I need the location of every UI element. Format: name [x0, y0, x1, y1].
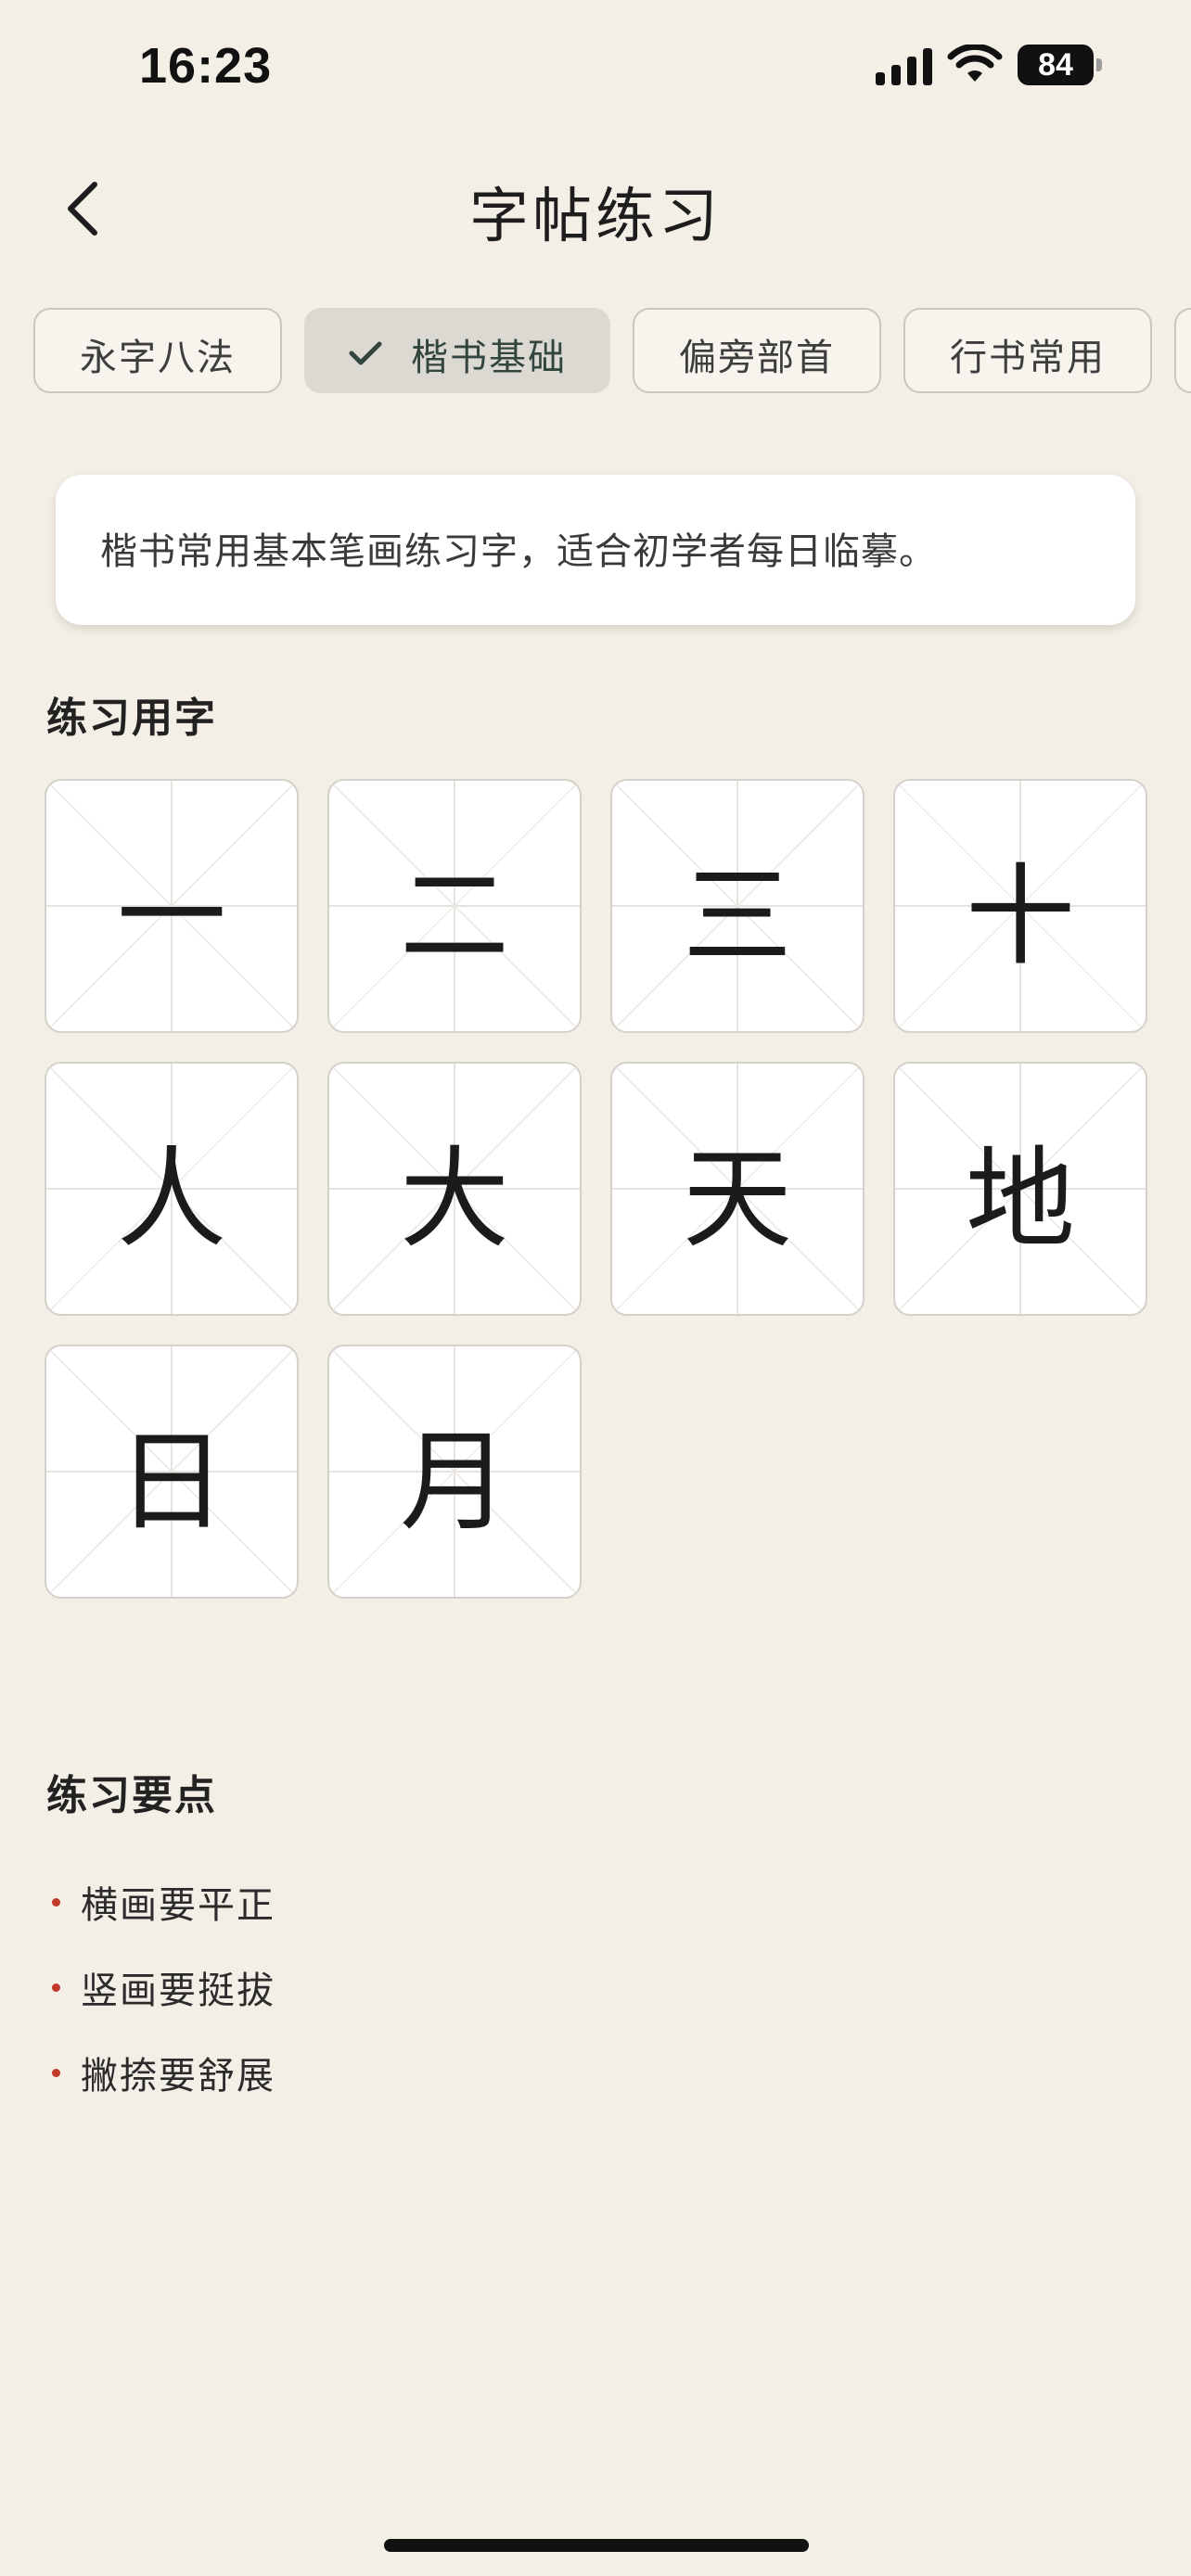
wifi-icon [947, 45, 1003, 82]
tab-kaishu-jichu[interactable]: 楷书基础 [304, 308, 610, 393]
tips-list: 横画要平正 竖画要挺拔 撇捺要舒展 [46, 1859, 1067, 2115]
character-glyph: 二 [399, 851, 509, 980]
description-text: 楷书常用基本笔画练习字，适合初学者每日临摹。 [100, 530, 937, 573]
page-title: 字帖练习 [469, 183, 722, 251]
list-item: 竖画要挺拔 [46, 1945, 1067, 2030]
battery-icon: 84 [1018, 45, 1102, 85]
signal-icon [876, 45, 932, 85]
list-item: 横画要平正 [46, 1859, 1067, 1945]
character-glyph: 日 [116, 1417, 226, 1546]
character-glyph: 天 [682, 1134, 792, 1263]
tab-xingshu-changyong[interactable]: 行书常用 [903, 308, 1152, 393]
character-cell[interactable]: 日 [45, 1345, 299, 1599]
status-bar: 16:23 84 [0, 0, 1191, 139]
character-cell[interactable]: 月 [327, 1345, 582, 1599]
bullet-icon [52, 1983, 60, 1992]
character-cell[interactable]: 地 [893, 1062, 1147, 1316]
status-time: 16:23 [139, 38, 273, 94]
category-tabs: 永字八法 楷书基础 偏旁部首 行书常用 [33, 308, 1191, 397]
character-glyph: 一 [116, 851, 226, 980]
list-item: 撇捺要舒展 [46, 2030, 1067, 2115]
character-glyph: 三 [682, 851, 792, 980]
character-cell[interactable]: 一 [45, 779, 299, 1033]
tab-label: 偏旁部首 [679, 337, 835, 379]
tab-label: 永字八法 [80, 337, 236, 379]
character-cell[interactable]: 二 [327, 779, 582, 1033]
bullet-icon [52, 2068, 60, 2077]
character-cell[interactable]: 三 [610, 779, 864, 1033]
tip-text: 撇捺要舒展 [81, 2055, 275, 2098]
character-glyph: 地 [965, 1134, 1075, 1263]
character-cell[interactable]: 大 [327, 1062, 582, 1316]
tip-text: 横画要平正 [81, 1884, 275, 1927]
character-glyph: 十 [965, 851, 1075, 980]
tab-yongzi-bafa[interactable]: 永字八法 [33, 308, 282, 393]
tab-label: 楷书基础 [411, 337, 567, 379]
character-glyph: 大 [399, 1134, 509, 1263]
header: 字帖练习 [0, 148, 1191, 269]
description-card: 楷书常用基本笔画练习字，适合初学者每日临摹。 [56, 475, 1135, 625]
home-indicator[interactable] [384, 2539, 809, 2552]
character-glyph: 人 [116, 1134, 226, 1263]
checkmark-icon [348, 339, 383, 367]
tab-label: 行书常用 [950, 337, 1106, 379]
battery-level: 84 [1018, 45, 1094, 85]
status-icons: 84 [876, 45, 1102, 85]
bullet-icon [52, 1897, 60, 1906]
tip-text: 竖画要挺拔 [81, 1970, 275, 2012]
characters-section-title: 练习用字 [46, 695, 217, 742]
tips-section-title: 练习要点 [46, 1772, 217, 1819]
character-cell[interactable]: 十 [893, 779, 1147, 1033]
tab-pianpang-bushou[interactable]: 偏旁部首 [633, 308, 881, 393]
character-cell[interactable]: 人 [45, 1062, 299, 1316]
character-cell[interactable]: 天 [610, 1062, 864, 1316]
tab-more[interactable] [1174, 308, 1191, 393]
character-glyph: 月 [399, 1417, 509, 1546]
